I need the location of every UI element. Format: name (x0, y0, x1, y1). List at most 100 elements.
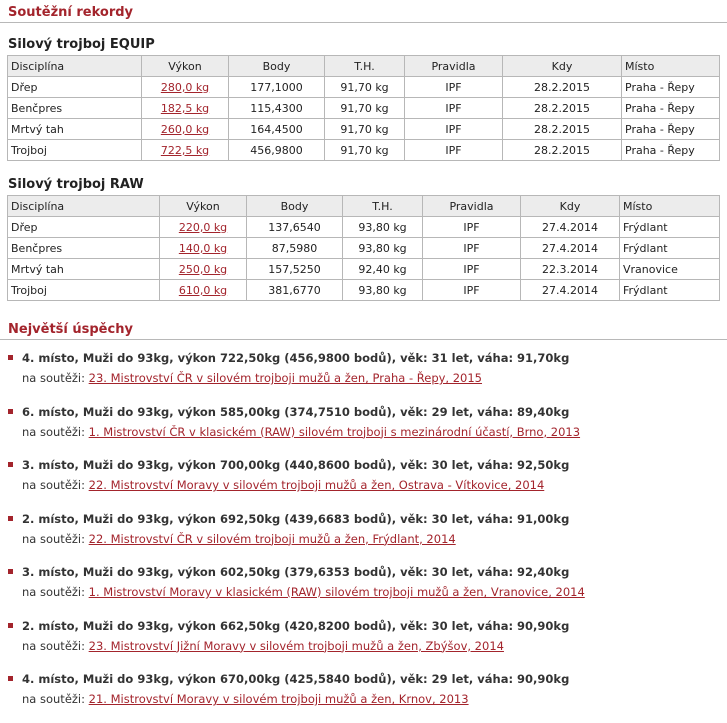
performance-link[interactable]: 260,0 kg (161, 123, 209, 136)
col-header-date: Kdy (520, 195, 620, 217)
equip-title: Silový trojboj EQUIP (8, 37, 155, 52)
table-row: Benčpres 140,0 kg 87,5980 93,80 kg IPF 2… (7, 237, 720, 259)
cell-points: 137,6540 (246, 216, 343, 238)
bullet-icon (8, 569, 13, 574)
cell-discipline: Mrtvý tah (7, 118, 142, 140)
cell-date: 28.2.2015 (502, 76, 622, 98)
cell-place: Praha - Řepy (621, 139, 720, 161)
col-header-place: Místo (619, 195, 720, 217)
cell-points: 177,1000 (228, 76, 325, 98)
cell-points: 164,4500 (228, 118, 325, 140)
cell-date: 27.4.2014 (520, 216, 620, 238)
achievement-summary: 4. místo, Muži do 93kg, výkon 670,00kg (… (22, 672, 570, 686)
competition-prefix: na soutěži: (22, 478, 85, 492)
competition-link[interactable]: 1. Mistrovství Moravy v klasickém (RAW) … (89, 585, 585, 599)
competition-prefix: na soutěži: (22, 638, 85, 653)
col-header-rules: Pravidla (422, 195, 521, 217)
cell-rules: IPF (404, 76, 503, 98)
table-row: Mrtvý tah 260,0 kg 164,4500 91,70 kg IPF… (7, 118, 720, 140)
achievement-summary: 6. místo, Muži do 93kg, výkon 585,00kg (… (22, 404, 570, 419)
col-header-discipline: Disciplína (7, 195, 160, 217)
equip-records-table: Disciplína Výkon Body T.H. Pravidla Kdy … (7, 55, 720, 161)
table-row: Benčpres 182,5 kg 115,4300 91,70 kg IPF … (7, 97, 720, 119)
cell-rules: IPF (404, 97, 503, 119)
cell-points: 87,5980 (246, 237, 343, 259)
performance-link[interactable]: 280,0 kg (161, 81, 209, 94)
cell-place: Frýdlant (619, 237, 720, 259)
table-row: Mrtvý tah 250,0 kg 157,5250 92,40 kg IPF… (7, 258, 720, 280)
competition-prefix: na soutěži: (22, 531, 85, 546)
cell-discipline: Benčpres (7, 97, 142, 119)
cell-bodyweight: 93,80 kg (342, 216, 423, 238)
table-header-row: Disciplína Výkon Body T.H. Pravidla Kdy … (7, 195, 720, 217)
cell-rules: IPF (404, 139, 503, 161)
cell-points: 157,5250 (246, 258, 343, 280)
achievement-summary: 4. místo, Muži do 93kg, výkon 722,50kg (… (22, 351, 570, 365)
col-header-discipline: Disciplína (7, 55, 142, 77)
raw-title: Silový trojboj RAW (8, 177, 144, 192)
performance-link[interactable]: 220,0 kg (179, 221, 227, 234)
achievement-summary: 3. místo, Muži do 93kg, výkon 602,50kg (… (22, 565, 570, 579)
cell-rules: IPF (422, 279, 521, 301)
cell-discipline: Dřep (7, 76, 142, 98)
achievement-summary: 2. místo, Muži do 93kg, výkon 662,50kg (… (22, 618, 570, 633)
cell-place: Vranovice (619, 258, 720, 280)
col-header-date: Kdy (502, 55, 622, 77)
competition-link[interactable]: 1. Mistrovství ČR v klasickém (RAW) silo… (89, 425, 580, 439)
cell-place: Praha - Řepy (621, 118, 720, 140)
col-header-points: Body (246, 195, 343, 217)
bullet-icon (8, 676, 13, 681)
section-title-records: Soutěžní rekordy (0, 0, 727, 23)
cell-date: 27.4.2014 (520, 279, 620, 301)
cell-discipline: Benčpres (7, 237, 160, 259)
cell-place: Praha - Řepy (621, 97, 720, 119)
cell-points: 381,6770 (246, 279, 343, 301)
col-header-performance: Výkon (141, 55, 229, 77)
achievements-list: 4. místo, Muži do 93kg, výkon 722,50kg (… (0, 348, 727, 723)
section-title-achievements: Největší úspěchy (0, 317, 727, 340)
performance-link[interactable]: 610,0 kg (179, 284, 227, 297)
list-item: 4. místo, Muži do 93kg, výkon 722,50kg (… (0, 348, 727, 402)
col-header-points: Body (228, 55, 325, 77)
cell-rules: IPF (422, 258, 521, 280)
col-header-place: Místo (621, 55, 720, 77)
cell-points: 456,9800 (228, 139, 325, 161)
competition-prefix: na soutěži: (22, 371, 85, 385)
list-item: 2. místo, Muži do 93kg, výkon 692,50kg (… (0, 509, 727, 563)
cell-date: 28.2.2015 (502, 139, 622, 161)
cell-bodyweight: 92,40 kg (342, 258, 423, 280)
cell-rules: IPF (422, 237, 521, 259)
cell-date: 27.4.2014 (520, 237, 620, 259)
performance-link[interactable]: 722,5 kg (161, 144, 209, 157)
list-item: 3. místo, Muži do 93kg, výkon 602,50kg (… (0, 562, 727, 616)
col-header-bodyweight: T.H. (342, 195, 423, 217)
cell-discipline: Mrtvý tah (7, 258, 160, 280)
cell-date: 28.2.2015 (502, 118, 622, 140)
cell-bodyweight: 91,70 kg (324, 97, 405, 119)
performance-link[interactable]: 182,5 kg (161, 102, 209, 115)
performance-link[interactable]: 250,0 kg (179, 263, 227, 276)
table-row: Dřep 220,0 kg 137,6540 93,80 kg IPF 27.4… (7, 216, 720, 238)
cell-discipline: Trojboj (7, 279, 160, 301)
bullet-icon (8, 408, 13, 414)
competition-link[interactable]: 21. Mistrovství Moravy v silovém trojboj… (89, 692, 469, 706)
col-header-performance: Výkon (159, 195, 247, 217)
cell-bodyweight: 91,70 kg (324, 139, 405, 161)
list-item: 3. místo, Muži do 93kg, výkon 700,00kg (… (0, 455, 727, 509)
bullet-icon (8, 622, 13, 628)
cell-date: 22.3.2014 (520, 258, 620, 280)
bullet-icon (8, 462, 13, 467)
cell-bodyweight: 93,80 kg (342, 279, 423, 301)
competition-link[interactable]: 23. Mistrovství ČR v silovém trojboji mu… (89, 371, 482, 385)
cell-rules: IPF (404, 118, 503, 140)
table-header-row: Disciplína Výkon Body T.H. Pravidla Kdy … (7, 55, 720, 77)
list-item: 6. místo, Muži do 93kg, výkon 585,00kg (… (0, 402, 727, 456)
raw-records-table: Disciplína Výkon Body T.H. Pravidla Kdy … (7, 195, 720, 301)
competition-link[interactable]: 22. Mistrovství Moravy v silovém trojboj… (89, 478, 545, 492)
cell-discipline: Trojboj (7, 139, 142, 161)
competition-link[interactable]: 22. Mistrovství ČR v silovém trojboji mu… (89, 532, 456, 546)
cell-place: Frýdlant (619, 279, 720, 301)
competition-prefix: na soutěži: (22, 585, 85, 599)
competition-link[interactable]: 23. Mistrovství Jižní Moravy v silovém t… (89, 639, 504, 653)
performance-link[interactable]: 140,0 kg (179, 242, 227, 255)
